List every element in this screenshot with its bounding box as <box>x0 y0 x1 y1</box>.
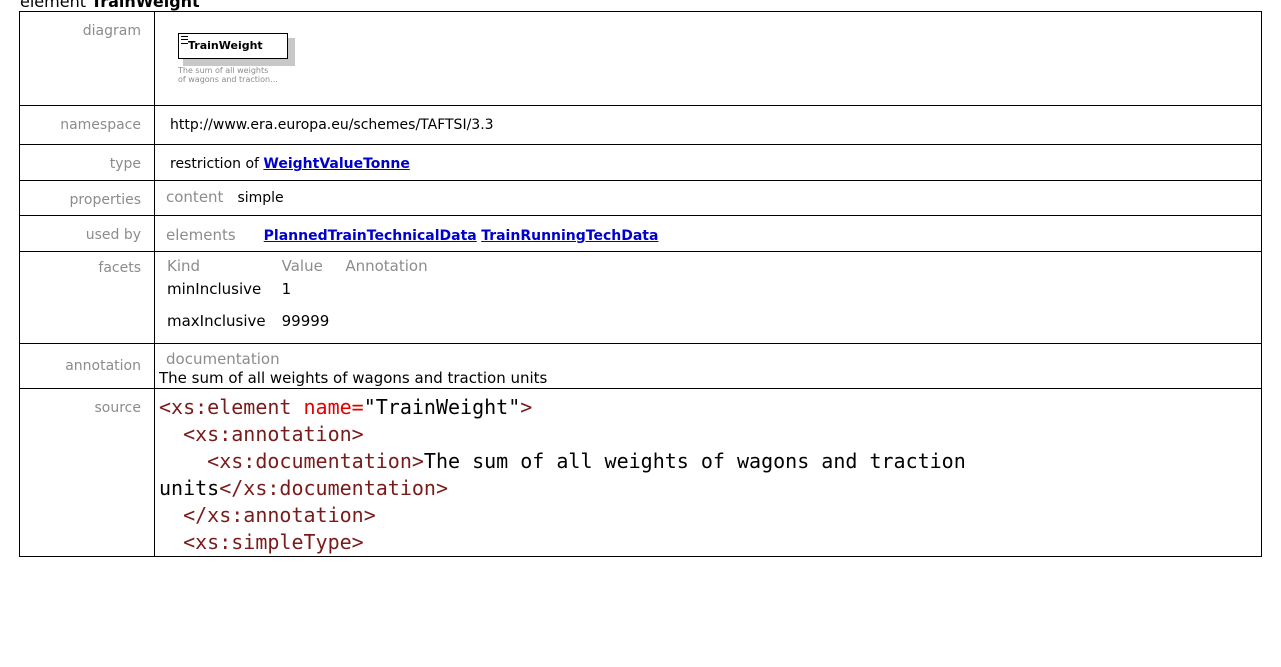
element-lines-icon <box>181 36 188 44</box>
used-by-value: elements PlannedTrainTechnicalData TrainR… <box>154 215 1262 252</box>
source-indent <box>159 449 207 473</box>
namespace-row: namespace http://www.era.europa.eu/schem… <box>19 105 1262 145</box>
source-tag: </xs:documentation> <box>219 476 448 500</box>
type-value: restriction of WeightValueTonne <box>154 144 1262 181</box>
namespace-value: http://www.era.europa.eu/schemes/TAFTSI/… <box>154 105 1262 145</box>
type-row: type restriction of WeightValueTonne <box>19 144 1262 181</box>
documentation-label: documentation <box>166 350 280 368</box>
source-tag: <xs:simpleType> <box>183 530 364 554</box>
source-indent <box>159 422 183 446</box>
source-line: <xs:annotation> <box>159 421 1261 448</box>
annotation-cell: documentation The sum of all weights of … <box>154 343 1262 389</box>
type-link[interactable]: WeightValueTonne <box>263 156 409 172</box>
diagram-cell: TrainWeight The sum of all weights of wa… <box>154 11 1262 106</box>
source-attr-value: "TrainWeight" <box>363 395 521 419</box>
properties-row: properties content simple <box>19 180 1262 216</box>
facet-annotation <box>345 303 443 339</box>
facet-row: minInclusive 1 <box>167 275 444 303</box>
properties-label: properties <box>19 180 155 216</box>
page-title-prefix: element <box>20 0 86 11</box>
namespace-label: namespace <box>19 105 155 145</box>
diagram-label: diagram <box>19 11 155 106</box>
annotation-row: annotation documentation The sum of all … <box>19 343 1262 389</box>
source-tag: <xs:documentation> <box>207 449 424 473</box>
content-value: simple <box>237 190 284 206</box>
type-label: type <box>19 144 155 181</box>
facets-header-value: Value <box>281 257 323 275</box>
type-prefix: restriction of <box>170 156 259 172</box>
used-by-link-running[interactable]: TrainRunningTechData <box>481 228 658 244</box>
facet-annotation <box>345 275 443 303</box>
properties-value: content simple <box>154 180 1262 216</box>
source-tag: <xs:element <box>159 395 304 419</box>
source-row: source <xs:element name="TrainWeight"> <… <box>19 388 1262 557</box>
diagram-element-box[interactable]: TrainWeight <box>178 33 288 59</box>
source-line: units</xs:documentation> <box>159 475 1261 502</box>
diagram-element-name: TrainWeight <box>188 39 263 52</box>
source-line: <xs:element name="TrainWeight"> <box>159 394 1261 421</box>
source-tag: <xs:annotation> <box>183 422 364 446</box>
source-code: <xs:element name="TrainWeight"> <xs:anno… <box>159 389 1261 556</box>
facets-row: facets Kind Value Annotation minInclusiv… <box>19 251 1262 344</box>
used-by-label: used by <box>19 215 155 252</box>
facet-kind: maxInclusive <box>167 312 266 330</box>
source-line: <xs:documentation>The sum of all weights… <box>159 448 1261 475</box>
diagram-row: diagram TrainWeight The sum of all weigh… <box>19 11 1262 106</box>
source-indent <box>159 530 183 554</box>
element-doc-table: diagram TrainWeight The sum of all weigh… <box>19 11 1262 557</box>
facet-row: maxInclusive 99999 <box>167 303 444 339</box>
source-label: source <box>19 388 155 557</box>
content-label: content <box>166 188 224 206</box>
used-by-link-planned[interactable]: PlannedTrainTechnicalData <box>264 228 477 244</box>
source-text: The sum of all weights of wagons and tra… <box>423 449 966 473</box>
facets-header-kind: Kind <box>167 257 201 275</box>
source-cell: <xs:element name="TrainWeight"> <xs:anno… <box>154 388 1262 557</box>
element-name: TrainWeight <box>91 0 200 11</box>
facet-value: 99999 <box>281 312 330 330</box>
source-line: </xs:annotation> <box>159 502 1261 529</box>
source-indent <box>159 503 183 527</box>
used-by-row: used by elements PlannedTrainTechnicalDat… <box>19 215 1262 252</box>
facet-kind: minInclusive <box>167 280 262 298</box>
annotation-label: annotation <box>19 343 155 389</box>
elements-label: elements <box>166 226 236 244</box>
source-text: units <box>159 476 220 500</box>
source-tag: </xs:annotation> <box>183 503 376 527</box>
facets-header-annotation: Annotation <box>345 257 428 275</box>
facets-cell: Kind Value Annotation minInclusive 1 max… <box>154 251 1262 344</box>
source-attr-name: name= <box>303 395 364 419</box>
source-line: <xs:simpleType> <box>159 529 1261 556</box>
facets-table: Kind Value Annotation minInclusive 1 max… <box>167 257 444 339</box>
diagram-documentation: The sum of all weights of wagons and tra… <box>178 66 278 84</box>
facets-label: facets <box>19 251 155 344</box>
documentation-text: The sum of all weights of wagons and tra… <box>159 369 548 387</box>
source-tag: > <box>520 395 533 419</box>
facet-value: 1 <box>281 280 292 298</box>
